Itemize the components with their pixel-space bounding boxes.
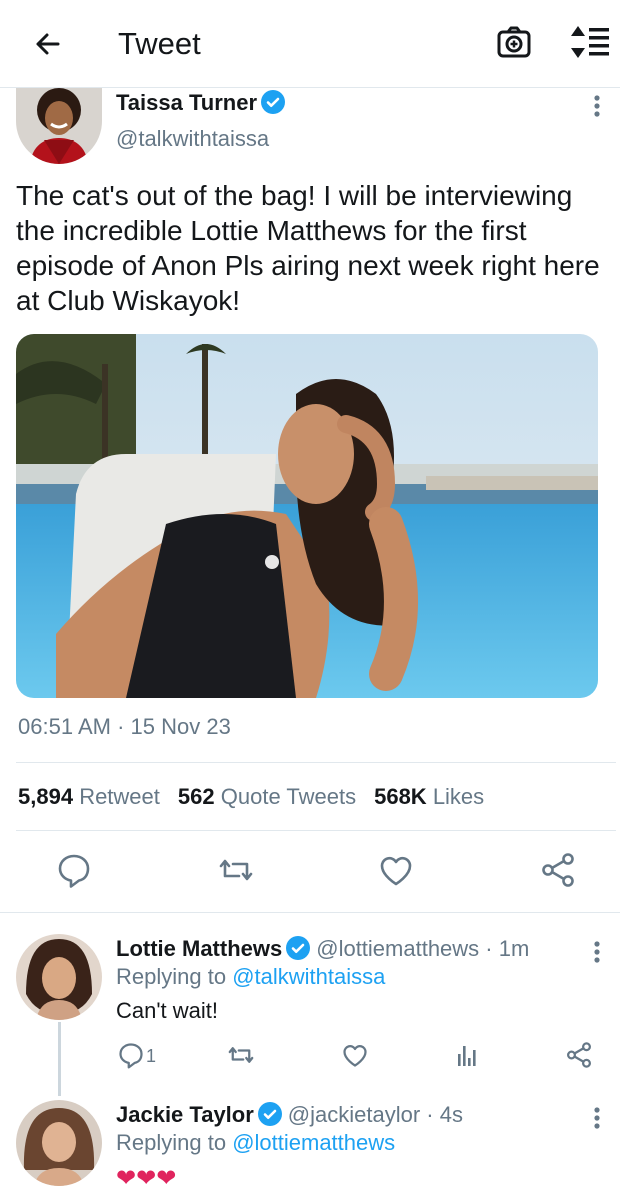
author-name[interactable]: Taissa Turner <box>116 90 286 116</box>
retweets-stat[interactable]: 5,894 Retweet <box>18 784 160 809</box>
verified-badge-icon <box>257 1102 282 1126</box>
analytics-icon[interactable] <box>452 1040 482 1070</box>
top-app-bar: Tweet <box>0 0 620 88</box>
divider <box>16 830 616 831</box>
reply-author[interactable]: Jackie Taylor @jackietaylor · 4s <box>116 1102 463 1128</box>
tweet-actions <box>0 850 620 894</box>
divider <box>0 912 620 913</box>
share-icon[interactable] <box>564 1040 594 1070</box>
retweet-icon[interactable] <box>226 1040 256 1070</box>
quote-tweets-stat[interactable]: 562 Quote Tweets <box>178 784 356 809</box>
tweet-stats: 5,894 Retweet 562 Quote Tweets 568K Likes <box>18 784 484 810</box>
divider <box>16 762 616 763</box>
retweet-icon[interactable] <box>216 850 256 890</box>
like-heart-icon[interactable] <box>376 850 416 890</box>
replying-to-link[interactable]: @talkwithtaissa <box>232 964 385 989</box>
reply-icon[interactable] <box>116 1040 146 1070</box>
author-handle[interactable]: @talkwithtaissa <box>116 126 269 152</box>
verified-badge-icon <box>261 90 286 114</box>
reply-actions: 1 <box>0 1040 620 1072</box>
reply-icon[interactable] <box>54 850 94 890</box>
reply-text: Can't wait! <box>116 998 219 1023</box>
like-heart-icon[interactable] <box>340 1040 370 1070</box>
replying-to: Replying to @lottiematthews <box>116 1130 396 1155</box>
replying-to-link[interactable]: @lottiematthews <box>232 1130 395 1155</box>
tweet-author: Taissa Turner @talkwithtaissa <box>16 88 606 168</box>
tweet-timestamp[interactable]: 06:51 AM · 15 Nov 23 <box>18 714 231 740</box>
avatar[interactable] <box>16 1100 102 1186</box>
verified-badge-icon <box>286 936 311 960</box>
avatar[interactable] <box>16 934 102 1020</box>
reply-text: ❤❤❤ <box>116 1165 177 1192</box>
replying-to: Replying to @talkwithtaissa <box>116 964 386 989</box>
sort-icon[interactable] <box>568 22 612 62</box>
reply-tweet[interactable]: Lottie Matthews @lottiematthews · 1m Repl… <box>0 934 620 1084</box>
more-options-icon[interactable] <box>592 1106 602 1130</box>
page-title: Tweet <box>118 26 201 61</box>
reply-tweet[interactable]: Jackie Taylor @jackietaylor · 4s Replying… <box>0 1100 620 1200</box>
camera-plus-icon[interactable] <box>494 22 534 62</box>
avatar[interactable] <box>16 88 102 164</box>
tweet-photo[interactable] <box>16 334 598 698</box>
reply-author[interactable]: Lottie Matthews @lottiematthews · 1m <box>116 936 529 962</box>
likes-stat[interactable]: 568K Likes <box>374 784 484 809</box>
tweet-text: The cat's out of the bag! I will be inte… <box>16 180 600 316</box>
back-arrow-icon[interactable] <box>28 24 68 64</box>
share-icon[interactable] <box>538 850 578 890</box>
more-options-icon[interactable] <box>592 94 602 118</box>
more-options-icon[interactable] <box>592 940 602 964</box>
reply-count: 1 <box>146 1046 157 1066</box>
